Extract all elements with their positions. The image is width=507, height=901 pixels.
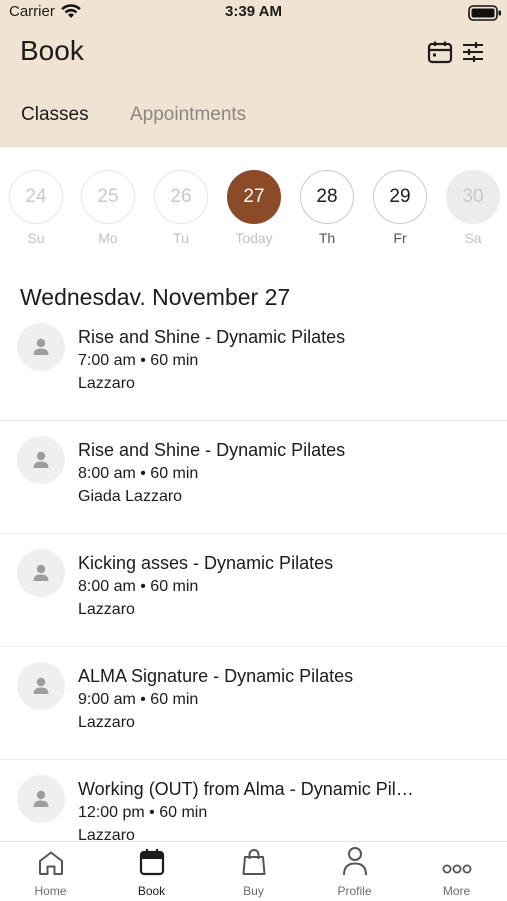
date-number: 28 <box>300 170 354 224</box>
date-weekday: Sa <box>464 230 482 246</box>
avatar <box>17 436 65 484</box>
tabbar-home[interactable]: Home <box>0 842 101 901</box>
avatar <box>17 775 65 823</box>
date-item[interactable]: 24 Su <box>8 170 64 246</box>
date-item-today[interactable]: 27 Today <box>226 170 282 246</box>
class-instructor: Lazzaro <box>78 601 135 618</box>
tabbar-label: More <box>442 884 471 898</box>
sliders-icon <box>463 42 483 62</box>
page-title: Book <box>20 35 84 66</box>
tabbar-label: Book <box>137 884 166 898</box>
shopping-bag-icon <box>242 849 265 875</box>
day-heading: Wednesdav. November 27 <box>20 284 291 310</box>
person-icon <box>33 564 49 581</box>
class-list-item[interactable]: Rise and Shine - Dynamic Pilates 7:00 am… <box>0 308 507 421</box>
avatar <box>17 662 65 710</box>
tab-appointments[interactable]: Appointments <box>130 104 246 126</box>
tabbar-label: Home <box>34 884 67 898</box>
class-name: Kicking asses - Dynamic Pilates <box>78 553 334 573</box>
date-weekday: Th <box>318 230 336 246</box>
class-list: Rise and Shine - Dynamic Pilates 7:00 am… <box>0 308 507 873</box>
tabbar-buy[interactable]: Buy <box>203 842 304 901</box>
date-item[interactable]: 26 Tu <box>153 170 209 246</box>
date-number: 29 <box>373 170 427 224</box>
class-name: ALMA Signature - Dynamic Pilates <box>78 666 354 686</box>
date-weekday: Fr <box>393 230 407 246</box>
date-weekday: Today <box>235 230 273 246</box>
class-name: Rise and Shine - Dynamic Pilates <box>78 440 346 460</box>
date-item[interactable]: 25 Mo <box>80 170 136 246</box>
date-weekday: Su <box>27 230 45 246</box>
date-number: 25 <box>81 170 135 224</box>
class-time: 7:00 am • 60 min <box>78 352 199 369</box>
person-icon <box>33 451 49 468</box>
home-icon <box>38 851 63 875</box>
date-number: 26 <box>154 170 208 224</box>
person-icon <box>33 677 49 694</box>
person-icon <box>342 847 367 876</box>
date-number: 30 <box>446 170 500 224</box>
tabbar-more[interactable]: More <box>406 842 507 901</box>
date-number: 27 <box>227 170 281 224</box>
class-name: Working (OUT) from Alma - Dynamic Pil… <box>78 779 414 799</box>
class-time: 8:00 am • 60 min <box>78 578 199 595</box>
class-name: Rise and Shine - Dynamic Pilates <box>78 327 346 347</box>
class-list-item[interactable]: ALMA Signature - Dynamic Pilates 9:00 am… <box>0 647 507 760</box>
status-bar: Carrier 3:39 AM <box>0 0 507 24</box>
class-instructor: Lazzaro <box>78 375 135 392</box>
date-strip: 24 Su 25 Mo 26 Tu 27 Today 28 Th 29 Fr 3… <box>0 170 507 250</box>
date-weekday: Mo <box>98 230 118 246</box>
date-item[interactable]: 29 Fr <box>372 170 428 246</box>
more-icon <box>442 864 471 874</box>
date-weekday: Tu <box>173 230 189 246</box>
status-time: 3:39 AM <box>225 3 282 20</box>
calendar-icon <box>139 849 164 876</box>
class-list-item[interactable]: Rise and Shine - Dynamic Pilates 8:00 am… <box>0 421 507 534</box>
tabbar-label: Profile <box>337 884 372 898</box>
date-item[interactable]: 28 Th <box>299 170 355 246</box>
tab-classes[interactable]: Classes <box>21 104 89 126</box>
class-instructor: Lazzaro <box>78 714 135 731</box>
class-time: 12:00 pm • 60 min <box>78 804 208 821</box>
date-number: 24 <box>9 170 63 224</box>
filter-button[interactable] <box>461 40 485 64</box>
class-time: 8:00 am • 60 min <box>78 465 199 482</box>
date-item[interactable]: 30 Sa <box>445 170 501 246</box>
avatar <box>17 549 65 597</box>
tabbar-label: Buy <box>243 884 264 898</box>
tabbar-book[interactable]: Book <box>101 842 202 901</box>
person-icon <box>33 790 49 807</box>
avatar <box>17 323 65 371</box>
class-list-item[interactable]: Kicking asses - Dynamic Pilates 8:00 am … <box>0 534 507 647</box>
bottom-tab-bar: Home Book Buy Profile More <box>0 841 507 901</box>
calendar-icon <box>427 41 453 64</box>
calendar-button[interactable] <box>427 40 453 64</box>
battery-icon <box>468 5 502 26</box>
class-instructor: Giada Lazzaro <box>78 488 183 505</box>
tabbar-profile[interactable]: Profile <box>304 842 405 901</box>
class-time: 9:00 am • 60 min <box>78 691 199 708</box>
header: Carrier 3:39 AM Book Classes Appointment… <box>0 0 507 147</box>
person-icon <box>33 338 49 355</box>
